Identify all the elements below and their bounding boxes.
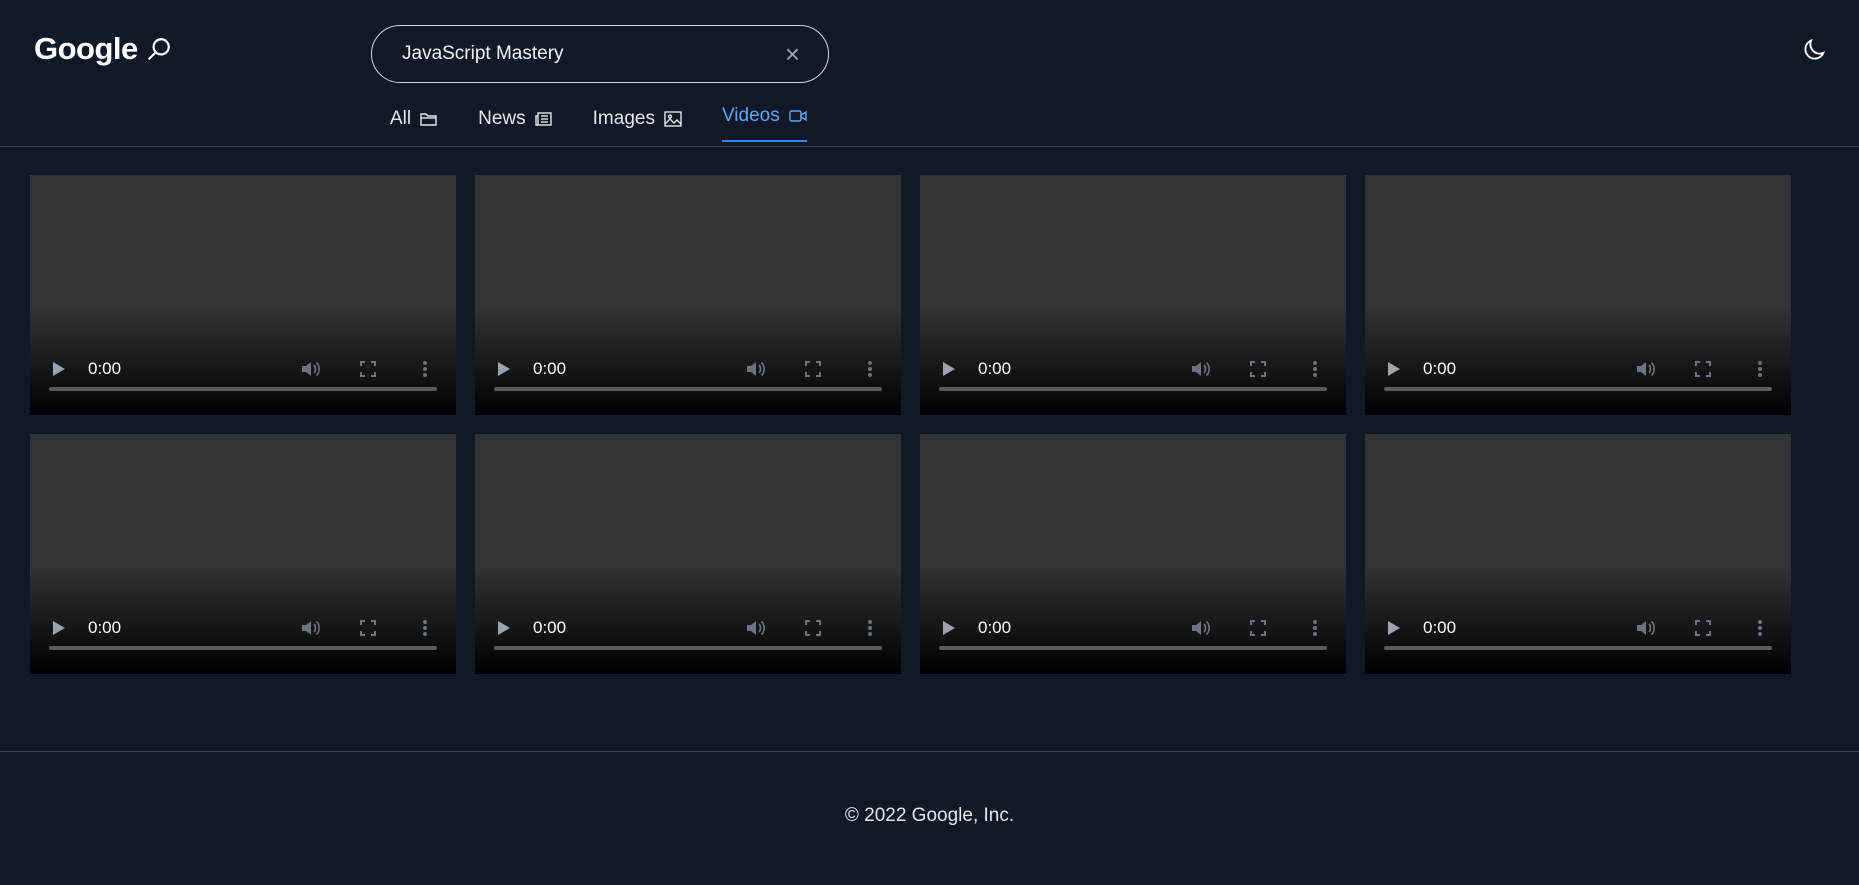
progress-bar[interactable]	[49, 387, 437, 391]
video-time: 0:00	[533, 359, 567, 378]
tab-label: Images	[592, 108, 655, 129]
tab-news[interactable]: News	[478, 108, 553, 142]
search-tabs: All News Images Videos	[390, 105, 807, 142]
search-input[interactable]	[400, 42, 785, 66]
volume-icon[interactable]	[301, 360, 321, 378]
more-options-icon[interactable]	[867, 360, 873, 378]
tab-all[interactable]: All	[390, 108, 438, 142]
play-icon[interactable]	[1387, 620, 1401, 636]
play-icon[interactable]	[942, 620, 956, 636]
video-player[interactable]: 0:00	[1365, 434, 1791, 674]
search-box: ×	[371, 25, 829, 83]
progress-bar[interactable]	[49, 646, 437, 650]
fullscreen-icon[interactable]	[1695, 620, 1711, 636]
video-controls: 0:00	[1365, 335, 1791, 415]
folder-icon	[420, 113, 437, 126]
tab-images[interactable]: Images	[593, 108, 682, 142]
tab-label: Videos	[721, 104, 780, 126]
more-options-icon[interactable]	[1312, 360, 1318, 378]
video-time: 0:00	[533, 618, 567, 637]
newspaper-icon	[534, 112, 552, 126]
footer: © 2022 Google, Inc.	[0, 751, 1859, 885]
fullscreen-icon[interactable]	[1695, 361, 1711, 377]
video-controls: 0:00	[475, 335, 901, 415]
progress-bar[interactable]	[1384, 646, 1772, 650]
tab-videos[interactable]: Videos	[721, 102, 807, 142]
volume-icon[interactable]	[1191, 619, 1211, 637]
video-controls: 0:00	[920, 594, 1346, 674]
video-camera-icon	[789, 109, 807, 122]
copyright-text: © 2022 Google, Inc.	[844, 805, 1015, 826]
volume-icon[interactable]	[746, 360, 766, 378]
progress-bar[interactable]	[939, 387, 1327, 391]
video-time: 0:00	[88, 618, 122, 637]
more-options-icon[interactable]	[1757, 360, 1763, 378]
google-logo-link[interactable]: Google	[34, 31, 172, 67]
play-icon[interactable]	[497, 620, 511, 636]
video-controls: 0:00	[30, 594, 456, 674]
logo-text: Google	[34, 31, 138, 66]
video-controls: 0:00	[475, 594, 901, 674]
video-time: 0:00	[978, 618, 1012, 637]
more-options-icon[interactable]	[1312, 619, 1318, 637]
play-icon[interactable]	[497, 361, 511, 377]
search-icon	[147, 38, 170, 60]
play-icon[interactable]	[52, 620, 66, 636]
video-time: 0:00	[1423, 359, 1457, 378]
fullscreen-icon[interactable]	[360, 620, 376, 636]
video-time: 0:00	[88, 359, 122, 378]
video-player[interactable]: 0:00	[475, 175, 901, 415]
play-icon[interactable]	[52, 361, 66, 377]
volume-icon[interactable]	[1191, 360, 1211, 378]
tab-label: All	[390, 108, 412, 129]
video-player[interactable]: 0:00	[920, 175, 1346, 415]
video-player[interactable]: 0:00	[30, 175, 456, 415]
more-options-icon[interactable]	[867, 619, 873, 637]
image-icon	[664, 111, 682, 127]
moon-icon[interactable]	[1800, 36, 1828, 69]
video-controls: 0:00	[1365, 594, 1791, 674]
video-player[interactable]: 0:00	[920, 434, 1346, 674]
volume-icon[interactable]	[1636, 619, 1656, 637]
tab-label: News	[478, 108, 526, 129]
video-player[interactable]: 0:00	[475, 434, 901, 674]
close-icon[interactable]: ×	[785, 41, 800, 67]
more-options-icon[interactable]	[422, 619, 428, 637]
volume-icon[interactable]	[1636, 360, 1656, 378]
more-options-icon[interactable]	[422, 360, 428, 378]
video-controls: 0:00	[920, 335, 1346, 415]
fullscreen-icon[interactable]	[1250, 620, 1266, 636]
video-player[interactable]: 0:00	[1365, 175, 1791, 415]
video-player[interactable]: 0:00	[30, 434, 456, 674]
volume-icon[interactable]	[746, 619, 766, 637]
progress-bar[interactable]	[939, 646, 1327, 650]
video-time: 0:00	[1423, 618, 1457, 637]
progress-bar[interactable]	[1384, 387, 1772, 391]
progress-bar[interactable]	[494, 646, 882, 650]
fullscreen-icon[interactable]	[360, 361, 376, 377]
fullscreen-icon[interactable]	[805, 620, 821, 636]
top-navbar: Google × All News Images	[0, 0, 1859, 147]
video-results-grid: 0:00 0:00 0:00 0:00 0:00 0:00 0:00 0:00	[30, 175, 1791, 674]
play-icon[interactable]	[942, 361, 956, 377]
play-icon[interactable]	[1387, 361, 1401, 377]
video-controls: 0:00	[30, 335, 456, 415]
more-options-icon[interactable]	[1757, 619, 1763, 637]
fullscreen-icon[interactable]	[805, 361, 821, 377]
progress-bar[interactable]	[494, 387, 882, 391]
video-time: 0:00	[978, 359, 1012, 378]
fullscreen-icon[interactable]	[1250, 361, 1266, 377]
volume-icon[interactable]	[301, 619, 321, 637]
